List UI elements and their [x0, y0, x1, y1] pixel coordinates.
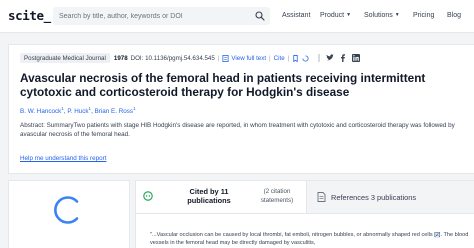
- chevron-down-icon: ▼: [346, 12, 352, 18]
- nav-solutions[interactable]: Solutions ▼: [364, 12, 400, 19]
- search-input[interactable]: [59, 7, 245, 25]
- journal-badge[interactable]: Postgraduate Medical Journal: [20, 53, 110, 63]
- loading-panel: [8, 180, 130, 248]
- search-icon[interactable]: [255, 11, 265, 21]
- nav-assistant[interactable]: Assistant: [282, 12, 310, 19]
- view-full-text-link[interactable]: View full text: [231, 55, 266, 62]
- author-link[interactable]: B. W. Hancock1: [20, 106, 64, 116]
- author-affiliation-marker: 1: [133, 106, 136, 111]
- nav-pricing[interactable]: Pricing: [413, 12, 434, 19]
- nav-pricing-label: Pricing: [413, 12, 435, 19]
- citation-statements-count: (2 citation statements): [260, 188, 294, 204]
- author-name: Brian E. Ross: [94, 108, 134, 116]
- top-navigation-bar: scite_ Assistant Product▼ Solutions▼ Pri…: [0, 0, 474, 33]
- tab-references[interactable]: References 3 publications: [306, 181, 474, 214]
- loading-spinner-icon: [54, 196, 79, 224]
- doi-text[interactable]: DOI: 10.1136/pgmj.54.634.545: [131, 55, 215, 62]
- citation-bubble-icon: [143, 191, 153, 201]
- author-list: B. W. Hancock1, P. Huck1, Brian E. Ross1: [20, 106, 136, 115]
- references-document-icon: [317, 192, 326, 202]
- nav-product-label: Product: [320, 12, 345, 19]
- article-title: Avascular necrosis of the femoral head i…: [20, 71, 426, 99]
- nav-product[interactable]: Product ▼: [320, 12, 351, 19]
- share-divider-icon: [318, 54, 320, 62]
- author-link[interactable]: P. Huck1: [67, 106, 91, 116]
- abstract-text: Abstract: SummaryTwo patients with stage…: [20, 122, 455, 138]
- tab-cited-by[interactable]: Cited by 11 publications (2 citation sta…: [136, 181, 306, 214]
- divider: |: [217, 54, 220, 62]
- loading-icon: [302, 54, 309, 61]
- divider: |: [269, 54, 271, 62]
- chevron-down-icon: ▼: [394, 12, 400, 18]
- search-box[interactable]: [53, 7, 270, 25]
- bookmark-icon[interactable]: [292, 54, 299, 62]
- divider: |: [287, 54, 290, 62]
- twitter-icon[interactable]: [326, 54, 334, 62]
- linkedin-icon[interactable]: [352, 54, 361, 62]
- share-links: [317, 54, 361, 62]
- document-icon: [222, 54, 229, 62]
- citations-panel: Cited by 11 publications (2 citation sta…: [135, 180, 474, 248]
- article-meta-row: Postgraduate Medical Journal 1978 DOI: 1…: [20, 52, 460, 64]
- citation-snippet: "...Vascular occlusion can be caused by …: [150, 231, 472, 248]
- cite-link[interactable]: Cite: [274, 55, 285, 62]
- author-name: B. W. Hancock: [20, 108, 62, 116]
- nav-blog-label: Blog: [447, 12, 462, 19]
- article-card: Postgraduate Medical Journal 1978 DOI: 1…: [8, 44, 474, 174]
- nav-blog[interactable]: Blog: [447, 12, 461, 19]
- nav-solutions-label: Solutions: [364, 12, 393, 19]
- references-count: References 3 publications: [331, 193, 417, 202]
- facebook-icon[interactable]: [339, 54, 347, 62]
- author-name: P. Huck: [67, 108, 89, 116]
- scite-logo[interactable]: scite_: [8, 8, 51, 23]
- publication-year: 1978: [113, 54, 128, 62]
- author-link[interactable]: Brian E. Ross1: [94, 106, 136, 116]
- nav-assistant-label: Assistant: [282, 12, 311, 19]
- cited-by-count: Cited by 11 publications: [187, 187, 231, 205]
- help-understand-link[interactable]: Help me understand this report: [20, 155, 106, 162]
- snippet-text: "...Vascular occlusion can be caused by …: [150, 232, 435, 238]
